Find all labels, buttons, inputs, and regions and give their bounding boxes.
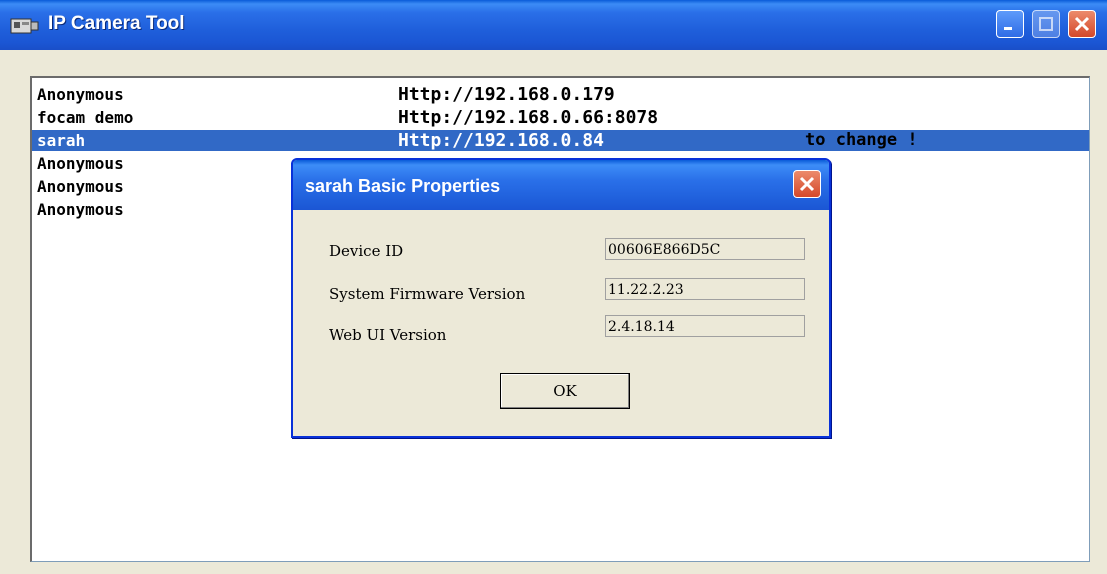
camera-name: sarah — [37, 131, 86, 150]
camera-name: focam demo — [37, 108, 134, 127]
firmware-version-label: System Firmware Version — [329, 285, 526, 303]
minimize-button[interactable] — [996, 10, 1024, 38]
camera-name: Anonymous — [37, 154, 124, 173]
firmware-version-field: 11.22.2.23 — [605, 278, 805, 300]
maximize-icon — [1039, 17, 1053, 31]
camera-address: Http://192.168.0.179 — [398, 84, 615, 105]
close-icon — [1074, 16, 1090, 32]
dialog-close-button[interactable] — [793, 170, 821, 198]
window-title: IP Camera Tool — [48, 13, 185, 34]
camera-name: Anonymous — [37, 177, 124, 196]
close-icon — [799, 176, 815, 192]
camera-address: Http://192.168.0.84 — [398, 130, 604, 151]
web-ui-version-field: 2.4.18.14 — [605, 315, 805, 337]
dialog-title-bar[interactable]: sarah Basic Properties — [293, 160, 829, 210]
properties-dialog: sarah Basic Properties Device ID 00606E8… — [291, 158, 831, 438]
device-id-field: 00606E866D5C — [605, 238, 805, 260]
close-button[interactable] — [1068, 10, 1096, 38]
list-item-selected[interactable]: sarah Http://192.168.0.84 — [32, 130, 1089, 151]
camera-name: Anonymous — [37, 200, 124, 219]
dialog-title: sarah Basic Properties — [305, 176, 501, 196]
minimize-icon — [1004, 27, 1012, 30]
camera-name: Anonymous — [37, 85, 124, 104]
list-item[interactable]: focam demo Http://192.168.0.66:8078 — [32, 107, 1089, 128]
camera-app-icon — [10, 18, 39, 34]
main-title-bar[interactable]: IP Camera Tool — [0, 0, 1107, 50]
maximize-button[interactable] — [1032, 10, 1060, 38]
device-id-label: Device ID — [329, 242, 404, 260]
ok-button[interactable]: OK — [500, 373, 630, 409]
list-item[interactable]: Anonymous Http://192.168.0.179 — [32, 84, 1089, 105]
camera-address: Http://192.168.0.66:8078 — [398, 107, 659, 128]
web-ui-version-label: Web UI Version — [329, 326, 447, 344]
status-message-text: to change ! — [805, 130, 918, 150]
